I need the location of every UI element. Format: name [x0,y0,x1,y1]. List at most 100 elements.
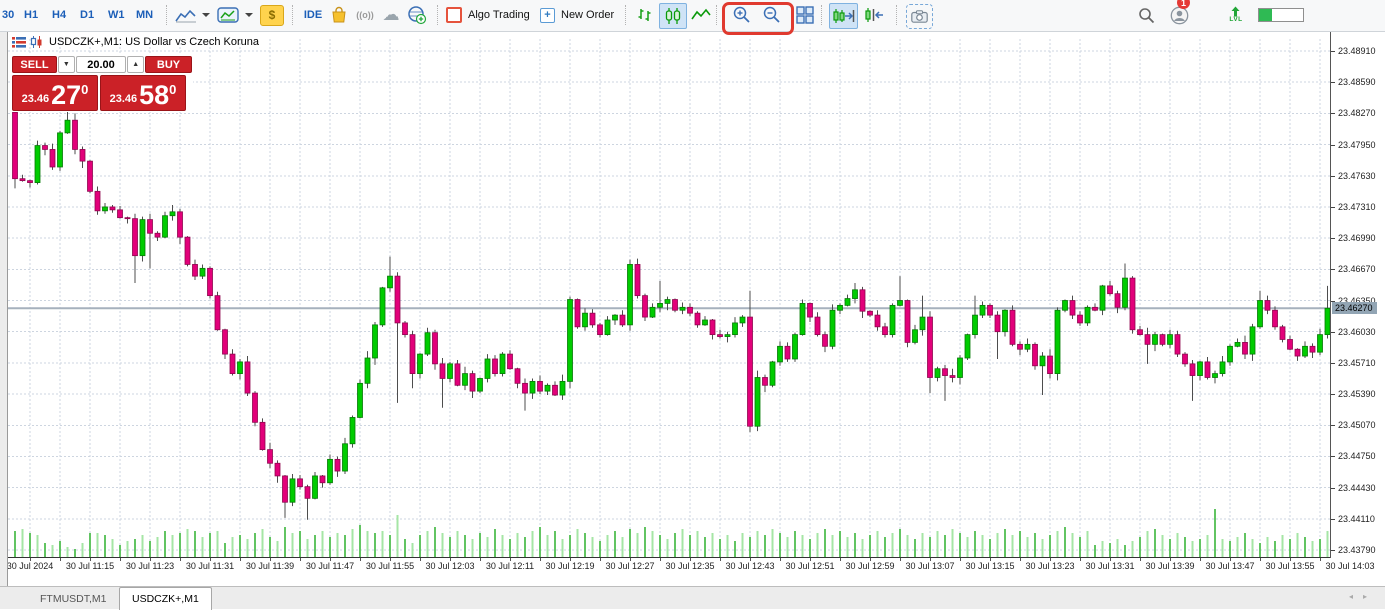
candlestick-mode-icon[interactable] [659,3,687,29]
volume-bar [82,543,84,557]
zoom-in-button[interactable] [730,0,754,30]
signals-icon[interactable]: ((o)) [352,0,378,30]
candle-body [1100,286,1105,310]
line-chart-mode-icon[interactable] [690,0,712,30]
zoom-out-button[interactable] [760,0,784,30]
volume-bar [434,527,436,557]
volume-bar [307,539,309,557]
algo-trading-toggle[interactable]: Algo Trading [446,0,530,30]
volume-bar [127,541,129,557]
timeframe-H4[interactable]: H4 [52,9,80,21]
market-bag-icon[interactable] [328,0,350,30]
tile-windows-icon[interactable] [794,0,816,30]
timeframe-group: 30H1H4D1W1MN [2,0,164,30]
candle-body [1048,356,1053,374]
volume-bar [1177,533,1179,557]
volume-bar [1327,531,1329,557]
timeframe-H1[interactable]: H1 [24,9,52,21]
volume-bar [22,529,24,557]
chart-symbol-icon[interactable] [30,36,43,48]
time-tick-label: 30 Jul 12:35 [665,561,714,571]
candle-body [905,301,910,343]
volume-bar [937,531,939,557]
volume-bar [1169,539,1171,557]
chart-area[interactable]: USDCZK+,M1: US Dollar vs Czech Koruna SE… [8,31,1330,558]
chart-type-dropdown-icon[interactable] [200,0,212,30]
indicators-dropdown-icon[interactable] [243,0,255,30]
chart-tab-usdczk-m1[interactable]: USDCZK+,M1 [119,587,212,610]
candle-body [770,362,775,385]
candle-body [1318,335,1323,353]
toolbar-separator [625,5,626,25]
price-tick [1331,176,1335,177]
volume-bar [712,533,714,557]
currency-icon[interactable]: $ [260,0,284,30]
timeframe-W1[interactable]: W1 [108,9,136,21]
candle-body [898,301,903,306]
timeframe-30[interactable]: 30 [2,9,24,21]
indicators-icon[interactable] [215,0,241,30]
candle-body [365,358,370,383]
candle-body [1003,310,1008,331]
candle-body [163,216,168,237]
volume-bar [779,533,781,557]
volume-bar [862,539,864,557]
screenshot-camera-icon[interactable] [906,4,933,29]
volume-bar [659,535,661,557]
time-tick-label: 30 Jul 12:19 [545,561,594,571]
time-tick [60,558,61,561]
candle-body [440,364,445,379]
market-depth-icon[interactable] [12,37,26,48]
ide-button[interactable]: IDE [300,0,326,30]
candle-body [613,315,618,320]
account-icon[interactable]: 1 [1168,0,1190,30]
volume-bar [704,537,706,557]
candle-body [313,476,318,498]
volume-bar [727,535,729,557]
candle-body [320,476,325,483]
volume-decrease-button[interactable]: ▼ [58,56,75,73]
volume-increase-button[interactable]: ▲ [127,56,144,73]
volume-input[interactable]: 20.00 [76,56,127,73]
volume-bar [1282,535,1284,557]
chart-type-line-icon[interactable] [174,0,198,30]
volume-bar [614,531,616,557]
buy-price-button[interactable]: 23.46 58 0 [100,75,186,111]
time-tick-label: 30 Jul 13:31 [1085,561,1134,571]
timeframe-D1[interactable]: D1 [80,9,108,21]
chart-header: USDCZK+,M1: US Dollar vs Czech Koruna [12,35,259,49]
candle-body [238,362,243,374]
new-order-button[interactable]: + New Order [540,0,614,30]
left-panel-edge[interactable] [0,31,8,588]
volume-bar [29,533,31,557]
volume-bar [839,531,841,557]
time-tick-label: 30 Jul 2024 [7,561,54,571]
community-globe-icon[interactable] [405,0,429,30]
candle-body [328,459,333,482]
sell-price-button[interactable]: 23.46 27 0 [12,75,98,111]
shift-chart-right-icon[interactable] [829,3,858,29]
time-axis[interactable]: 30 Jul 202430 Jul 11:1530 Jul 11:2330 Ju… [0,558,1385,576]
bar-chart-mode-icon[interactable] [634,0,656,30]
tab-scroll-arrows[interactable]: ◂▸ [1349,592,1377,601]
price-tick-label: 23.47310 [1338,202,1376,212]
chart-tab-ftmusdt-m1[interactable]: FTMUSDT,M1 [28,590,119,608]
volume-bar [877,531,879,557]
volume-bar [314,535,316,557]
lvl-indicator-icon[interactable]: LVL [1226,0,1246,30]
candle-body [688,307,693,313]
price-axis[interactable]: 23.4891023.4859023.4827023.4795023.47630… [1330,31,1385,558]
candle-body [545,385,550,391]
volume-bar [329,537,331,557]
timeframe-MN[interactable]: MN [136,9,164,21]
search-icon[interactable] [1136,0,1156,30]
cloud-icon[interactable]: ☁ [380,0,402,30]
candle-body [1168,335,1173,345]
volume-bar [367,531,369,557]
price-tick [1331,51,1335,52]
volume-bar [607,535,609,557]
candle-body [268,450,273,464]
buy-button[interactable]: BUY [145,56,192,73]
sell-button[interactable]: SELL [12,56,57,73]
auto-scroll-icon[interactable] [862,0,889,30]
